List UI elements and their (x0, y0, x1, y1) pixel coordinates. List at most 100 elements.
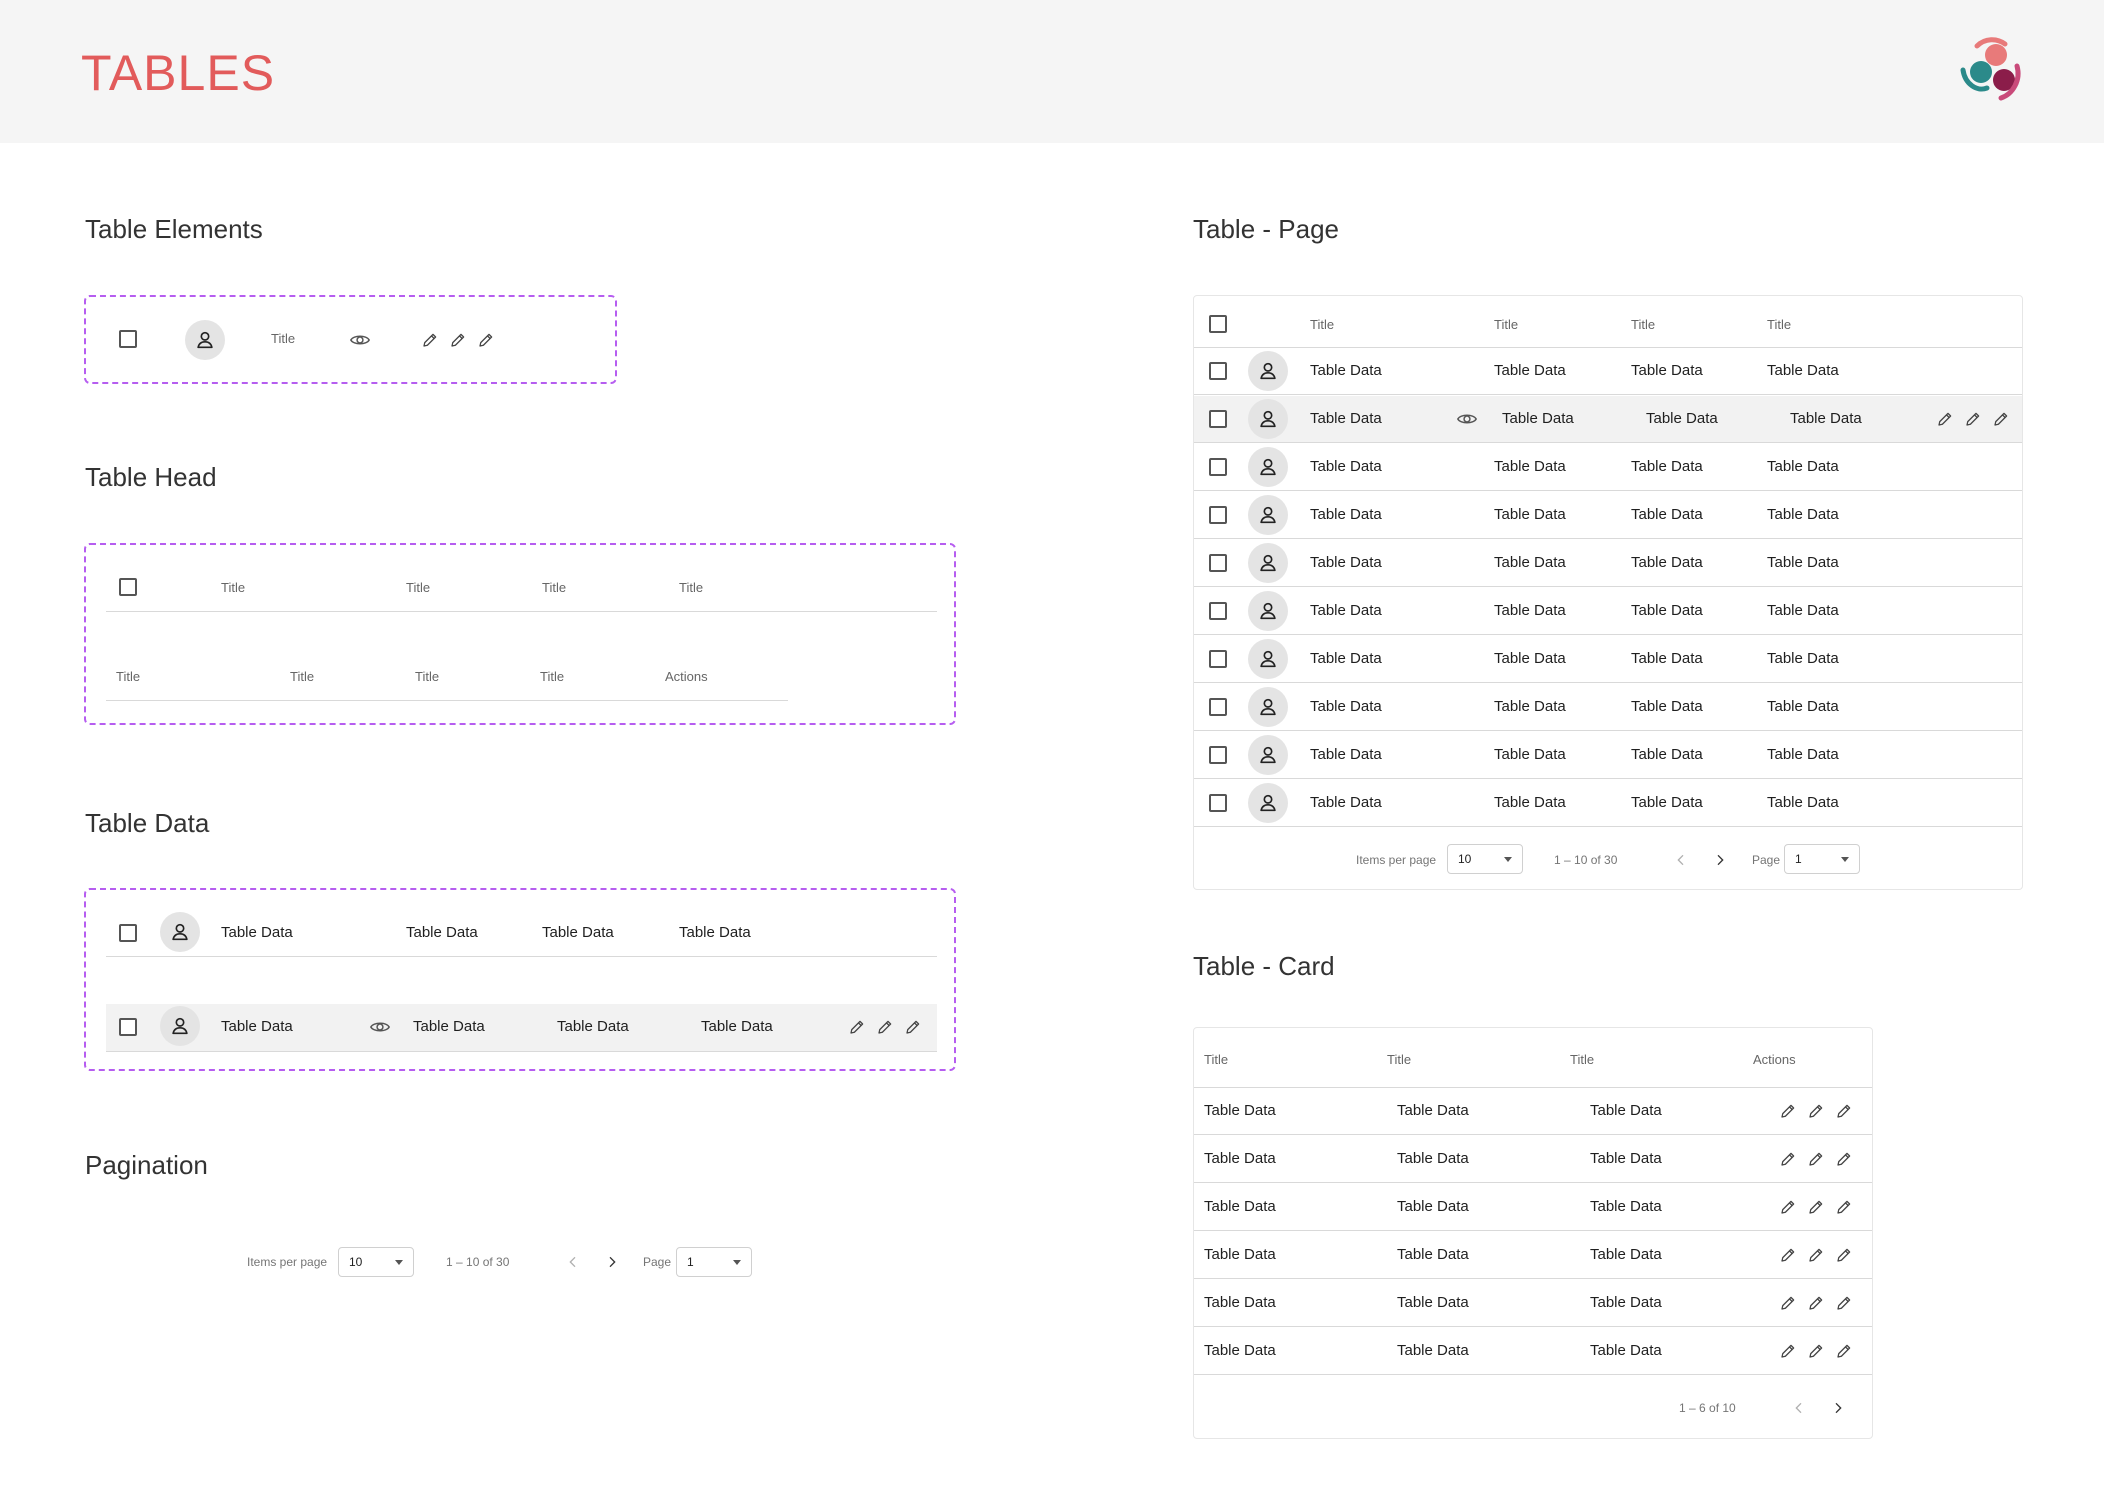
pencil-icon[interactable] (1834, 1197, 1854, 1217)
items-per-page-select[interactable]: 10 (338, 1247, 414, 1277)
table-cell: Table Data (1310, 698, 1382, 715)
avatar (1248, 447, 1288, 487)
table-head-box: Title Title Title Title Title Title Titl… (84, 543, 956, 725)
section-title-pagination: Pagination (85, 1150, 208, 1180)
row-checkbox[interactable] (1209, 794, 1227, 812)
column-title[interactable]: Title (116, 669, 140, 684)
chevron-right-icon[interactable] (600, 1250, 624, 1274)
divider (106, 700, 788, 701)
eye-icon[interactable] (1455, 407, 1479, 431)
divider (106, 1051, 937, 1052)
table-cell: Table Data (406, 924, 478, 941)
pencil-icon[interactable] (1778, 1101, 1798, 1121)
divider (1194, 1134, 1872, 1135)
avatar (1248, 351, 1288, 391)
pencil-icon[interactable] (1778, 1293, 1798, 1313)
column-title-actions: Actions (1753, 1052, 1796, 1067)
pencil-icon[interactable] (1806, 1293, 1826, 1313)
row-checkbox[interactable] (1209, 650, 1227, 668)
pencil-icon[interactable] (875, 1017, 895, 1037)
column-title[interactable]: Title (1570, 1052, 1594, 1067)
pencil-icon[interactable] (1834, 1293, 1854, 1313)
header-checkbox[interactable] (119, 578, 137, 596)
column-title[interactable]: Title (1204, 1052, 1228, 1067)
row-checkbox[interactable] (1209, 746, 1227, 764)
table-cell: Table Data (1767, 362, 1839, 379)
column-title[interactable]: Title (290, 669, 314, 684)
column-title: Title (271, 331, 296, 346)
column-title[interactable]: Title (221, 580, 245, 595)
row-checkbox[interactable] (1209, 506, 1227, 524)
page-select[interactable]: 1 (676, 1247, 752, 1277)
column-title[interactable]: Title (1631, 317, 1655, 332)
chevron-left-icon[interactable] (561, 1250, 585, 1274)
pencil-icon[interactable] (1935, 409, 1955, 429)
chevron-left-icon[interactable] (1669, 848, 1693, 872)
row-checkbox[interactable] (119, 924, 137, 942)
chevron-left-icon[interactable] (1787, 1396, 1811, 1420)
pencil-icon[interactable] (1778, 1149, 1798, 1169)
pencil-icon[interactable] (1778, 1341, 1798, 1361)
pencil-icon[interactable] (1778, 1245, 1798, 1265)
page-select[interactable]: 1 (1784, 844, 1860, 874)
pencil-icon[interactable] (1806, 1341, 1826, 1361)
pencil-icon[interactable] (448, 330, 468, 350)
pencil-icon[interactable] (1991, 409, 2011, 429)
column-title[interactable]: Title (542, 580, 566, 595)
row-checkbox[interactable] (1209, 362, 1227, 380)
header-checkbox[interactable] (1209, 315, 1227, 333)
column-title[interactable]: Title (1767, 317, 1791, 332)
table-cell: Table Data (1204, 1342, 1276, 1359)
row-checkbox[interactable] (119, 1018, 137, 1036)
chevron-right-icon[interactable] (1708, 848, 1732, 872)
pencil-icon[interactable] (476, 330, 496, 350)
pencil-icon[interactable] (903, 1017, 923, 1037)
row-checkbox[interactable] (1209, 698, 1227, 716)
divider (106, 611, 937, 612)
pencil-icon[interactable] (1806, 1197, 1826, 1217)
pencil-icon[interactable] (1806, 1101, 1826, 1121)
table-cell: Table Data (1494, 362, 1566, 379)
pencil-icon[interactable] (1834, 1149, 1854, 1169)
table-data-box: Table Data Table Data Table Data Table D… (84, 888, 956, 1071)
table-elements-box: Title (84, 295, 617, 384)
row-checkbox[interactable] (1209, 554, 1227, 572)
column-title[interactable]: Title (679, 580, 703, 595)
eye-icon[interactable] (348, 328, 372, 352)
person-icon (169, 921, 191, 943)
column-title[interactable]: Title (1387, 1052, 1411, 1067)
column-title[interactable]: Title (406, 580, 430, 595)
table-cell: Table Data (1631, 602, 1703, 619)
row-checkbox[interactable] (1209, 458, 1227, 476)
pencil-icon[interactable] (1806, 1245, 1826, 1265)
pencil-icon[interactable] (1963, 409, 1983, 429)
table-cell: Table Data (1590, 1246, 1662, 1263)
avatar (1248, 495, 1288, 535)
pencil-icon[interactable] (420, 330, 440, 350)
header-bar: TABLES (0, 0, 2104, 143)
table-cell: Table Data (1310, 458, 1382, 475)
pencil-icon[interactable] (847, 1017, 867, 1037)
person-icon (1257, 792, 1279, 814)
items-per-page-select[interactable]: 10 (1447, 844, 1523, 874)
column-title[interactable]: Title (1310, 317, 1334, 332)
pencil-icon[interactable] (1834, 1245, 1854, 1265)
pencil-icon[interactable] (1834, 1341, 1854, 1361)
eye-icon[interactable] (368, 1015, 392, 1039)
row-checkbox[interactable] (1209, 602, 1227, 620)
divider (1194, 778, 2022, 779)
column-title[interactable]: Title (415, 669, 439, 684)
pencil-icon[interactable] (1778, 1197, 1798, 1217)
person-icon (1257, 552, 1279, 574)
divider (1194, 1087, 1872, 1088)
column-title[interactable]: Title (540, 669, 564, 684)
checkbox[interactable] (119, 330, 137, 348)
table-cell: Table Data (1397, 1342, 1469, 1359)
pencil-icon[interactable] (1806, 1149, 1826, 1169)
pencil-icon[interactable] (1834, 1101, 1854, 1121)
column-title[interactable]: Title (1494, 317, 1518, 332)
chevron-right-icon[interactable] (1826, 1396, 1850, 1420)
table-cell: Table Data (1631, 650, 1703, 667)
table-cell: Table Data (1590, 1294, 1662, 1311)
row-checkbox[interactable] (1209, 410, 1227, 428)
